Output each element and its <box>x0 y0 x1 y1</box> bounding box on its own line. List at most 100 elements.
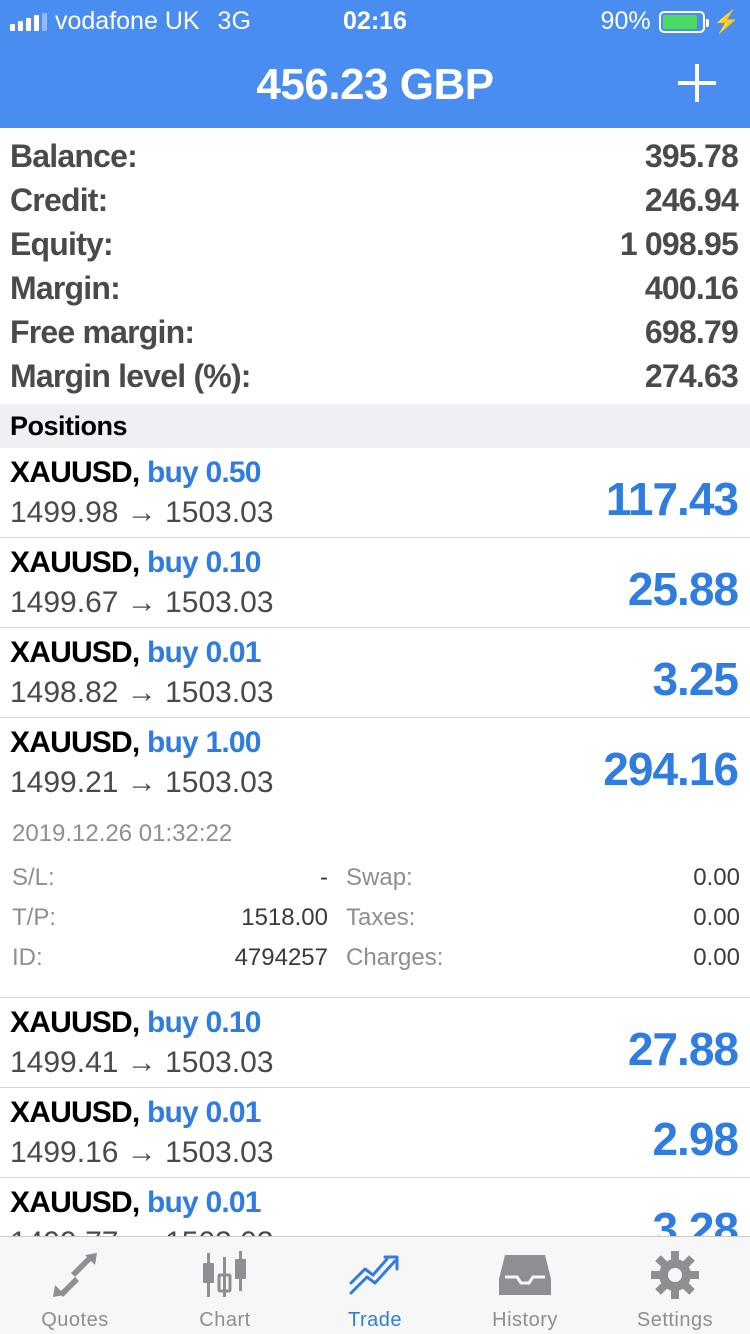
tab-history[interactable]: History <box>450 1237 600 1334</box>
tab-settings[interactable]: Settings <box>600 1237 750 1334</box>
account-label: Margin: <box>10 269 121 306</box>
account-label: Balance: <box>10 137 138 174</box>
position-row[interactable]: XAUUSD, buy 1.00 1499.21 → 1503.03 294.16 2… <box>0 718 750 998</box>
position-row[interactable]: XAUUSD, buy 0.01 1499.16 → 1503.03 2.98 <box>0 1088 750 1178</box>
tab-bar: Quotes Chart Trade History Settings <box>0 1236 750 1334</box>
account-row: Free margin: 698.79 <box>0 310 750 354</box>
detail-id-label: ID: <box>12 944 43 971</box>
candlestick-chart-icon <box>195 1249 255 1301</box>
account-value: 246.94 <box>644 181 739 218</box>
account-label: Credit: <box>10 181 108 218</box>
detail-taxes-label: Taxes: <box>346 904 416 931</box>
account-row: Equity: 1 098.95 <box>0 222 750 266</box>
position-symbol: XAUUSD, <box>10 546 140 579</box>
position-direction: buy 0.01 <box>146 636 261 669</box>
detail-tp-label: T/P: <box>12 904 57 931</box>
position-symbol: XAUUSD, <box>10 1006 140 1039</box>
position-symbol: XAUUSD, <box>10 456 140 489</box>
account-label: Equity: <box>10 225 114 262</box>
position-open-time: 2019.12.26 01:32:22 <box>12 820 233 847</box>
status-bar: vodafone UK 3G 02:16 90% ⚡ <box>0 0 750 40</box>
account-value: 698.79 <box>644 313 739 350</box>
detail-line: S/L: - Swap: 0.00 <box>12 864 740 904</box>
tab-label: Chart <box>199 1309 251 1331</box>
position-prices: 1499.41 → 1503.03 <box>10 1046 274 1079</box>
position-prices: 1498.82 → 1503.03 <box>10 676 274 709</box>
position-prices: 1499.98 → 1503.03 <box>10 496 274 529</box>
account-value: 400.16 <box>644 269 739 306</box>
tab-label: History <box>492 1309 558 1331</box>
position-row[interactable]: XAUUSD, buy 0.01 1498.82 → 1503.03 3.25 <box>0 628 750 718</box>
tab-quotes[interactable]: Quotes <box>0 1237 150 1334</box>
account-summary: Balance: 395.78 Credit: 246.94 Equity: 1 098.… <box>0 134 750 398</box>
detail-line: ID: 4794257 Charges: 0.00 <box>12 944 740 984</box>
position-row[interactable]: XAUUSD, buy 0.50 1499.98 → 1503.03 117.43 <box>0 448 750 538</box>
position-row[interactable]: XAUUSD, buy 0.10 1499.67 → 1503.03 25.88 <box>0 538 750 628</box>
position-symbol: XAUUSD, <box>10 636 140 669</box>
page-title: 456.23 GBP <box>256 60 494 109</box>
position-direction: buy 0.10 <box>146 546 261 579</box>
battery-icon <box>658 10 709 33</box>
account-row: Margin: 400.16 <box>0 266 750 310</box>
position-title: XAUUSD, buy 0.10 <box>10 546 261 580</box>
position-profit: 2.98 <box>652 1113 739 1165</box>
tab-trade[interactable]: Trade <box>300 1237 450 1334</box>
position-profit: 27.88 <box>627 1023 739 1075</box>
position-title: XAUUSD, buy 1.00 <box>10 726 261 760</box>
account-value: 274.63 <box>644 357 739 394</box>
position-prices: 1499.16 → 1503.03 <box>10 1136 274 1169</box>
tab-chart[interactable]: Chart <box>150 1237 300 1334</box>
detail-tp-value: 1518.00 <box>241 904 328 931</box>
account-label: Margin level (%): <box>10 357 251 394</box>
position-profit: 117.43 <box>605 473 739 525</box>
detail-swap-value: 0.00 <box>693 864 740 891</box>
tab-label: Quotes <box>41 1309 109 1331</box>
account-row: Credit: 246.94 <box>0 178 750 222</box>
position-profit: 25.88 <box>627 563 739 615</box>
tab-label: Trade <box>347 1309 402 1331</box>
detail-id-value: 4794257 <box>234 944 328 971</box>
position-profit: 3.25 <box>652 653 739 705</box>
top-header: vodafone UK 3G 02:16 90% ⚡ 456.23 GBP <box>0 0 750 128</box>
tab-label: Settings <box>636 1309 714 1331</box>
position-prices: 1499.67 → 1503.03 <box>10 586 274 619</box>
position-title: XAUUSD, buy 0.10 <box>10 1006 261 1040</box>
detail-charges-value: 0.00 <box>693 944 740 971</box>
account-label: Free margin: <box>10 313 195 350</box>
position-title: XAUUSD, buy 0.01 <box>10 1186 261 1220</box>
position-title: XAUUSD, buy 0.50 <box>10 456 261 490</box>
detail-swap-label: Swap: <box>346 864 413 891</box>
position-direction: buy 0.50 <box>146 456 261 489</box>
position-profit: 294.16 <box>603 743 739 795</box>
add-order-button[interactable] <box>678 64 716 102</box>
inbox-tray-icon <box>495 1249 555 1301</box>
gear-icon <box>645 1249 705 1301</box>
detail-line: T/P: 1518.00 Taxes: 0.00 <box>12 904 740 944</box>
detail-sl-value: - <box>320 864 328 891</box>
detail-charges-label: Charges: <box>346 944 444 971</box>
account-value: 1 098.95 <box>619 225 739 262</box>
quotes-arrows-icon <box>45 1249 105 1301</box>
battery-fill <box>662 14 697 29</box>
position-direction: buy 0.10 <box>146 1006 261 1039</box>
battery-tip <box>705 18 709 27</box>
position-details: S/L: - Swap: 0.00 T/P: 1518.00 Taxes: 0.00 ID: 47… <box>12 864 740 984</box>
position-direction: buy 0.01 <box>146 1096 261 1129</box>
position-direction: buy 0.01 <box>146 1186 261 1219</box>
battery-percent: 90% <box>600 7 651 35</box>
position-row[interactable]: XAUUSD, buy 0.10 1499.41 → 1503.03 27.88 <box>0 998 750 1088</box>
position-symbol: XAUUSD, <box>10 1096 140 1129</box>
status-right: 90% ⚡ <box>601 7 740 36</box>
position-direction: buy 1.00 <box>146 726 261 759</box>
positions-list: XAUUSD, buy 0.50 1499.98 → 1503.03 117.43 X… <box>0 448 750 1268</box>
position-title: XAUUSD, buy 0.01 <box>10 636 261 670</box>
detail-sl-label: S/L: <box>12 864 55 891</box>
charging-bolt-icon: ⚡ <box>712 8 740 34</box>
position-symbol: XAUUSD, <box>10 1186 140 1219</box>
account-row: Balance: 395.78 <box>0 134 750 178</box>
trade-trend-icon <box>345 1249 405 1301</box>
position-symbol: XAUUSD, <box>10 726 140 759</box>
detail-taxes-value: 0.00 <box>693 904 740 931</box>
position-prices: 1499.21 → 1503.03 <box>10 766 274 799</box>
positions-section-header: Positions <box>0 404 750 448</box>
